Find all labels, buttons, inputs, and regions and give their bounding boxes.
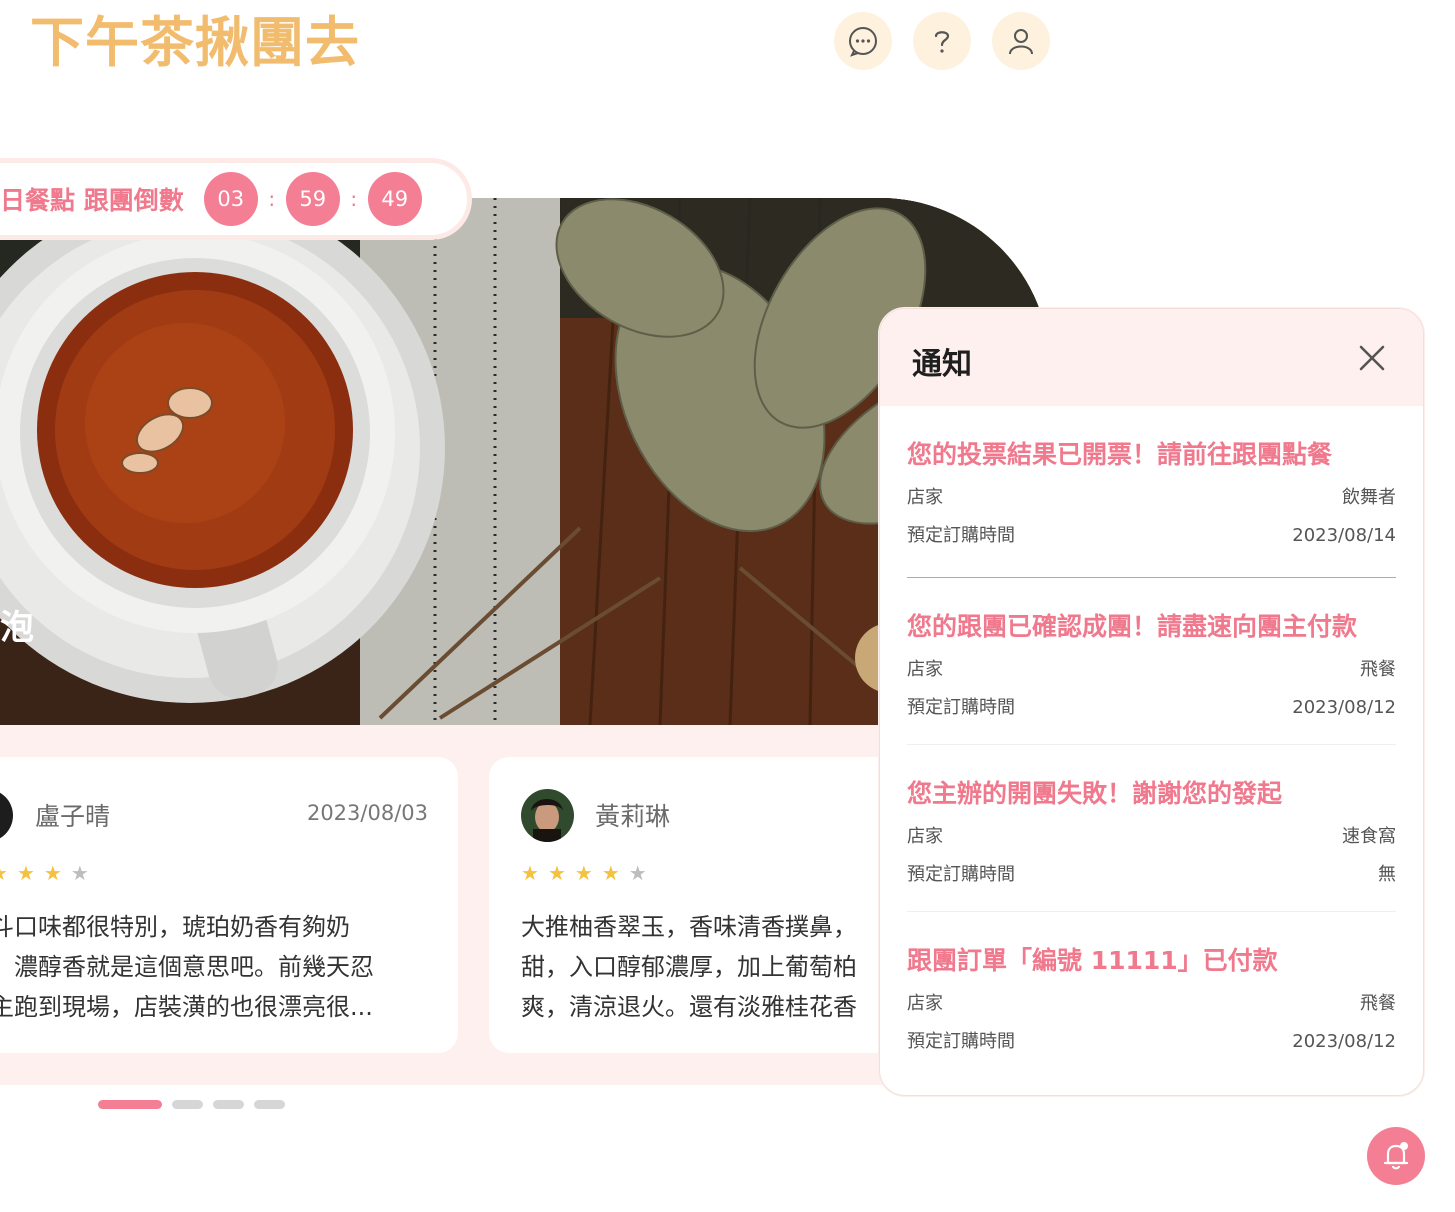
notification-item[interactable]: 您的投票結果已開票！請前往跟團點餐 店家 飲舞者 預定訂購時間 2023/08/14 bbox=[907, 406, 1396, 578]
countdown-label: 日餐點 跟團倒數 bbox=[0, 186, 184, 215]
notification-item-title: 您主辦的開團失敗！謝謝您的發起 bbox=[907, 779, 1283, 808]
countdown-hours: 03 bbox=[203, 172, 258, 226]
notification-bell-button[interactable] bbox=[1367, 1127, 1425, 1185]
star-icon: ★ bbox=[0, 861, 17, 885]
review-card[interactable]: 黃莉琳 ★★★★★ 大推柚香翠玉，香味清香撲鼻， 甜，入口醇郁濃厚，加上葡萄柏 … bbox=[489, 757, 909, 1053]
review-line: 大推柚香翠玉，香味清香撲鼻， bbox=[521, 913, 857, 941]
order-countdown: 日餐點 跟團倒數 03 : 59 : 49 bbox=[0, 158, 472, 240]
store-label: 店家 bbox=[907, 487, 943, 508]
countdown-separator: : bbox=[268, 187, 276, 211]
review-line: 爽，清涼退火。還有淡雅桂花香 bbox=[521, 993, 857, 1021]
store-label: 店家 bbox=[907, 659, 943, 680]
review-line: 主跑到現場，店裝潢的也很漂亮很... bbox=[0, 993, 373, 1021]
time-value: 2023/08/12 bbox=[1292, 1031, 1396, 1052]
carousel-dot[interactable] bbox=[213, 1100, 244, 1109]
store-label: 店家 bbox=[907, 993, 943, 1014]
notification-panel: 通知 您的投票結果已開票！請前往跟團點餐 店家 飲舞者 預定訂購時間 2023/08… bbox=[879, 308, 1424, 1096]
notification-item-title: 跟團訂單「編號 11111」已付款 bbox=[907, 946, 1278, 975]
store-value: 飛餐 bbox=[1360, 659, 1396, 680]
store-value: 飛餐 bbox=[1360, 993, 1396, 1014]
notification-item-title: 您的投票結果已開票！請前往跟團點餐 bbox=[907, 440, 1333, 469]
reviewer-name: 黃莉琳 bbox=[595, 802, 671, 831]
notification-title: 通知 bbox=[912, 347, 972, 382]
reviewer-avatar bbox=[0, 789, 13, 842]
close-icon[interactable] bbox=[1359, 345, 1385, 371]
time-label: 預定訂購時間 bbox=[907, 1031, 1015, 1052]
review-line: ，濃醇香就是這個意思吧。前幾天忍 bbox=[0, 953, 374, 981]
hero-caption: 泡 bbox=[0, 608, 34, 648]
review-line: 斗口味都很特別，琥珀奶香有夠奶 bbox=[0, 913, 350, 941]
store-value: 速食窩 bbox=[1342, 826, 1396, 847]
countdown-minutes: 59 bbox=[285, 172, 340, 226]
chat-button[interactable] bbox=[834, 12, 892, 70]
carousel-pagination bbox=[98, 1100, 285, 1109]
review-text: 大推柚香翠玉，香味清香撲鼻， 甜，入口醇郁濃厚，加上葡萄柏 爽，清涼退火。還有淡… bbox=[521, 907, 909, 1027]
chat-icon bbox=[849, 27, 877, 57]
help-button[interactable] bbox=[913, 12, 971, 70]
review-rating: ★★★★ bbox=[0, 861, 98, 885]
store-value: 飲舞者 bbox=[1342, 487, 1396, 508]
notification-item[interactable]: 您主辦的開團失敗！謝謝您的發起 店家 速食窩 預定訂購時間 無 bbox=[907, 745, 1396, 912]
countdown-separator: : bbox=[350, 187, 358, 211]
review-line: 甜，入口醇郁濃厚，加上葡萄柏 bbox=[521, 953, 857, 981]
site-logo[interactable]: 下午茶揪團去 bbox=[30, 8, 360, 78]
help-icon bbox=[934, 31, 950, 53]
notification-header: 通知 bbox=[880, 309, 1423, 406]
time-value: 無 bbox=[1378, 864, 1396, 885]
user-icon bbox=[1009, 29, 1033, 55]
carousel-dot[interactable] bbox=[98, 1100, 162, 1109]
review-card[interactable]: 盧子晴 2023/08/03 ★★★★ 斗口味都很特別，琥珀奶香有夠奶 ，濃醇香… bbox=[0, 757, 458, 1053]
time-value: 2023/08/12 bbox=[1292, 697, 1396, 718]
reviewer-name: 盧子晴 bbox=[35, 802, 111, 831]
review-text: 斗口味都很特別，琥珀奶香有夠奶 ，濃醇香就是這個意思吧。前幾天忍 主跑到現場，店… bbox=[0, 907, 450, 1027]
star-icon: ★ bbox=[601, 861, 629, 885]
star-icon: ★ bbox=[70, 861, 98, 885]
countdown-seconds: 49 bbox=[367, 172, 422, 226]
user-button[interactable] bbox=[992, 12, 1050, 70]
star-icon: ★ bbox=[521, 861, 548, 885]
bell-icon bbox=[1383, 1142, 1409, 1170]
notification-list: 您的投票結果已開票！請前往跟團點餐 店家 飲舞者 預定訂購時間 2023/08/14… bbox=[880, 406, 1423, 1079]
reviewer-avatar bbox=[521, 789, 574, 842]
time-label: 預定訂購時間 bbox=[907, 697, 1015, 718]
carousel-dot[interactable] bbox=[172, 1100, 203, 1109]
star-icon: ★ bbox=[628, 861, 656, 885]
review-rating: ★★★★★ bbox=[521, 861, 656, 885]
star-icon: ★ bbox=[43, 861, 71, 885]
star-icon: ★ bbox=[574, 861, 602, 885]
notification-item[interactable]: 您的跟團已確認成團！請盡速向團主付款 店家 飛餐 預定訂購時間 2023/08/12 bbox=[907, 578, 1396, 745]
time-value: 2023/08/14 bbox=[1292, 525, 1396, 546]
review-date: 2023/08/03 bbox=[306, 801, 428, 825]
star-icon: ★ bbox=[547, 861, 575, 885]
carousel-dot[interactable] bbox=[254, 1100, 285, 1109]
notification-item[interactable]: 跟團訂單「編號 11111」已付款 店家 飛餐 預定訂購時間 2023/08/12 bbox=[907, 912, 1396, 1079]
time-label: 預定訂購時間 bbox=[907, 864, 1015, 885]
time-label: 預定訂購時間 bbox=[907, 525, 1015, 546]
notification-item-title: 您的跟團已確認成團！請盡速向團主付款 bbox=[907, 612, 1358, 641]
store-label: 店家 bbox=[907, 826, 943, 847]
star-icon: ★ bbox=[16, 861, 44, 885]
